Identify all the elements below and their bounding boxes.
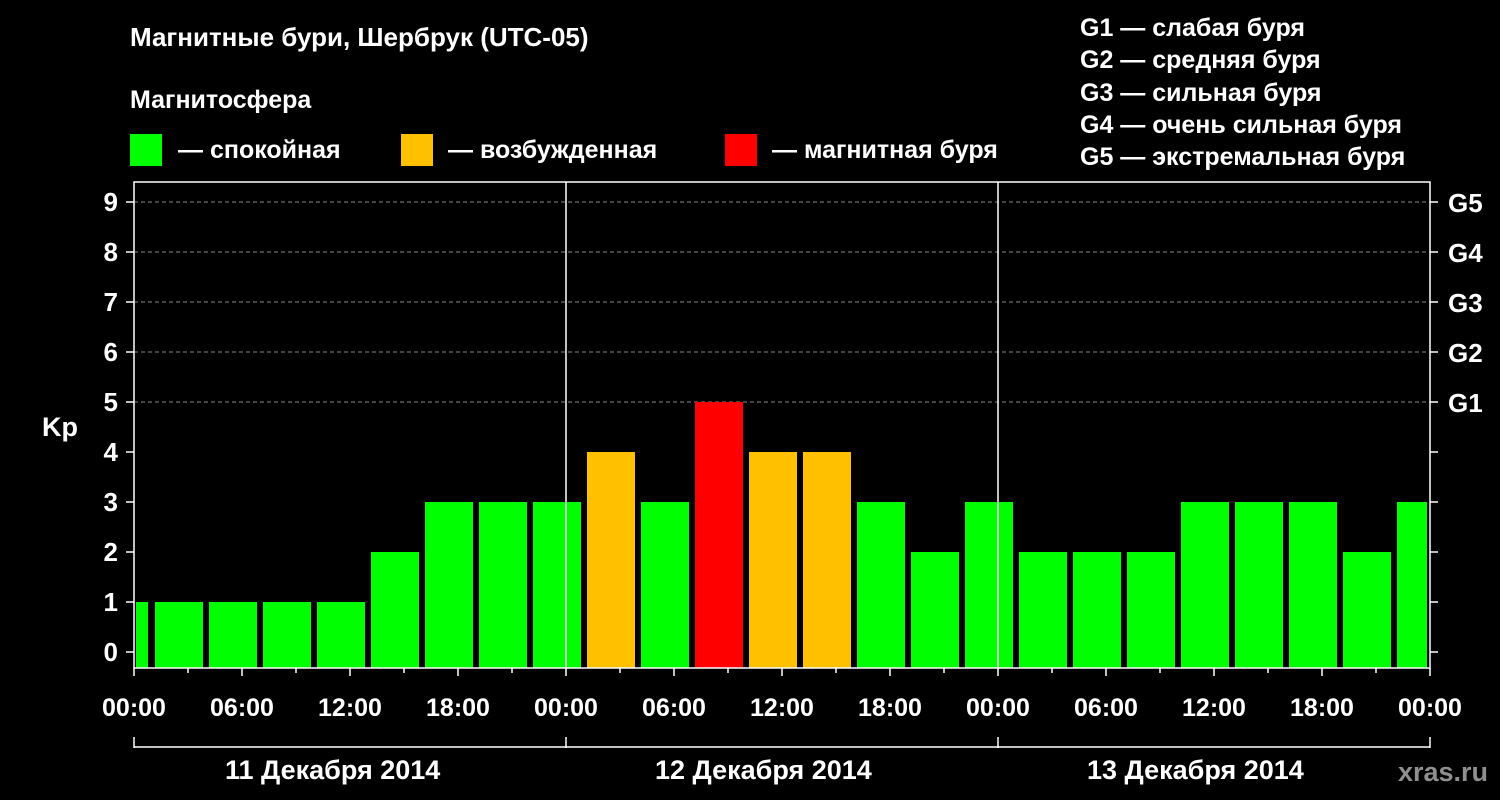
kp-bar-chart: 0 1 2 3 4 5 6 7 8 9 G1 G2 G3 G4 G5 00:00 06:00 12:00 18:00… [102, 181, 1483, 748]
y-tick-label-8: 8 [104, 237, 118, 267]
x-tick-label-4: 00:00 [534, 694, 598, 722]
bar-11 [695, 402, 743, 668]
x-tick-label-7: 18:00 [858, 694, 922, 722]
bar-18 [1073, 552, 1121, 668]
bar-17 [1019, 552, 1067, 668]
bar-8 [533, 502, 581, 668]
bar-3 [263, 602, 311, 668]
bar-21 [1235, 502, 1283, 668]
bar-6 [425, 502, 473, 668]
x-tick-label-1: 06:00 [210, 694, 274, 722]
y-tick-label-0: 0 [104, 637, 118, 667]
right-axis-label-g2: G2 [1448, 338, 1483, 368]
bar-14 [857, 502, 905, 668]
watermark: xras.ru [1397, 757, 1488, 787]
bar-16 [965, 502, 1013, 668]
x-tick-label-11: 18:00 [1290, 694, 1354, 722]
right-axis-label-g1: G1 [1448, 388, 1483, 418]
bar-2 [209, 602, 257, 668]
x-tick-label-12: 00:00 [1398, 694, 1462, 722]
right-axis-label-g3: G3 [1448, 288, 1483, 318]
date-label-day2: 12 Декабря 2014 [655, 755, 872, 785]
bar-15 [911, 552, 959, 668]
x-tick-label-9: 06:00 [1074, 694, 1138, 722]
bar-4 [317, 602, 365, 668]
bar-13 [803, 452, 851, 668]
bar-19 [1127, 552, 1175, 668]
bar-23 [1343, 552, 1391, 668]
x-tick-label-6: 12:00 [750, 694, 814, 722]
bar-12 [749, 452, 797, 668]
x-tick-label-0: 00:00 [102, 694, 166, 722]
x-tick-label-2: 12:00 [318, 694, 382, 722]
right-axis-label-g5: G5 [1448, 188, 1483, 218]
y-tick-label-4: 4 [104, 437, 119, 467]
bar-22 [1289, 502, 1337, 668]
bar-0 [136, 602, 148, 668]
x-tick-label-5: 06:00 [642, 694, 706, 722]
right-axis-label-g4: G4 [1448, 238, 1483, 268]
bar-5 [371, 552, 419, 668]
x-tick-label-3: 18:00 [426, 694, 490, 722]
y-tick-label-3: 3 [104, 487, 118, 517]
x-tick-label-8: 00:00 [966, 694, 1030, 722]
y-tick-label-1: 1 [104, 587, 118, 617]
bar-10 [641, 502, 689, 668]
y-tick-label-5: 5 [104, 387, 118, 417]
bar-20 [1181, 502, 1229, 668]
bar-7 [479, 502, 527, 668]
bar-24 [1397, 502, 1427, 668]
bar-1 [155, 602, 203, 668]
date-label-day3: 13 Декабря 2014 [1087, 755, 1304, 785]
x-tick-label-10: 12:00 [1182, 694, 1246, 722]
date-label-day1: 11 Декабря 2014 [225, 755, 441, 785]
y-tick-label-2: 2 [104, 537, 118, 567]
y-tick-label-6: 6 [104, 337, 118, 367]
y-tick-label-7: 7 [104, 287, 118, 317]
bar-9 [587, 452, 635, 668]
y-tick-label-9: 9 [104, 187, 118, 217]
